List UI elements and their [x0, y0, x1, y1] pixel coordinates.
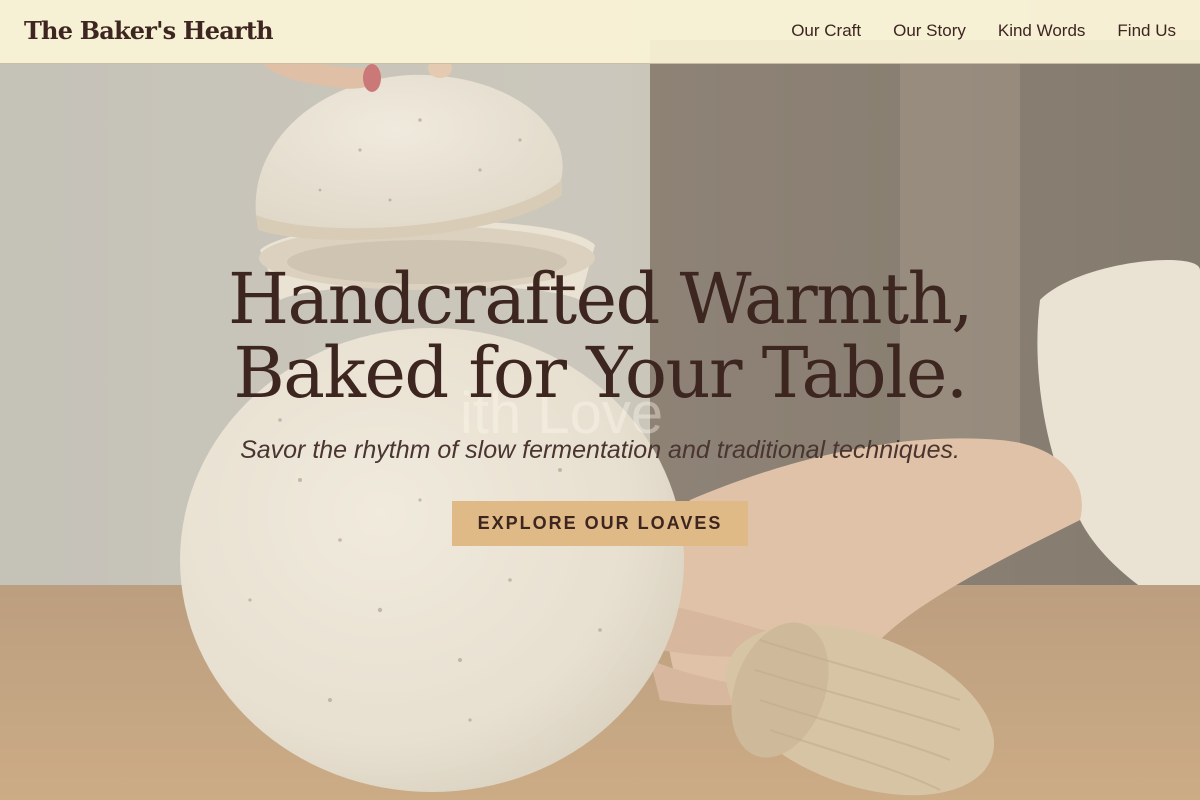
hero-section: Handcrafted Warmth, Baked for Your Table… — [0, 262, 1200, 546]
brand-logo[interactable]: The Baker's Hearth — [24, 16, 274, 45]
hero-title: Handcrafted Warmth, Baked for Your Table… — [0, 262, 1200, 410]
hero-subtitle: Savor the rhythm of slow fermentation an… — [240, 436, 960, 464]
main-nav: Our Craft Our Story Kind Words Find Us — [791, 21, 1176, 41]
nav-our-craft[interactable]: Our Craft — [791, 21, 861, 41]
nav-our-story[interactable]: Our Story — [893, 21, 966, 41]
explore-loaves-button[interactable]: EXPLORE OUR LOAVES — [452, 501, 748, 546]
hero-title-line-2: Baked for Your Table. — [233, 332, 968, 414]
nav-find-us[interactable]: Find Us — [1117, 21, 1176, 41]
nav-kind-words[interactable]: Kind Words — [998, 21, 1086, 41]
hero-title-line-1: Handcrafted Warmth, — [228, 258, 974, 340]
site-header: The Baker's Hearth Our Craft Our Story K… — [0, 0, 1200, 64]
